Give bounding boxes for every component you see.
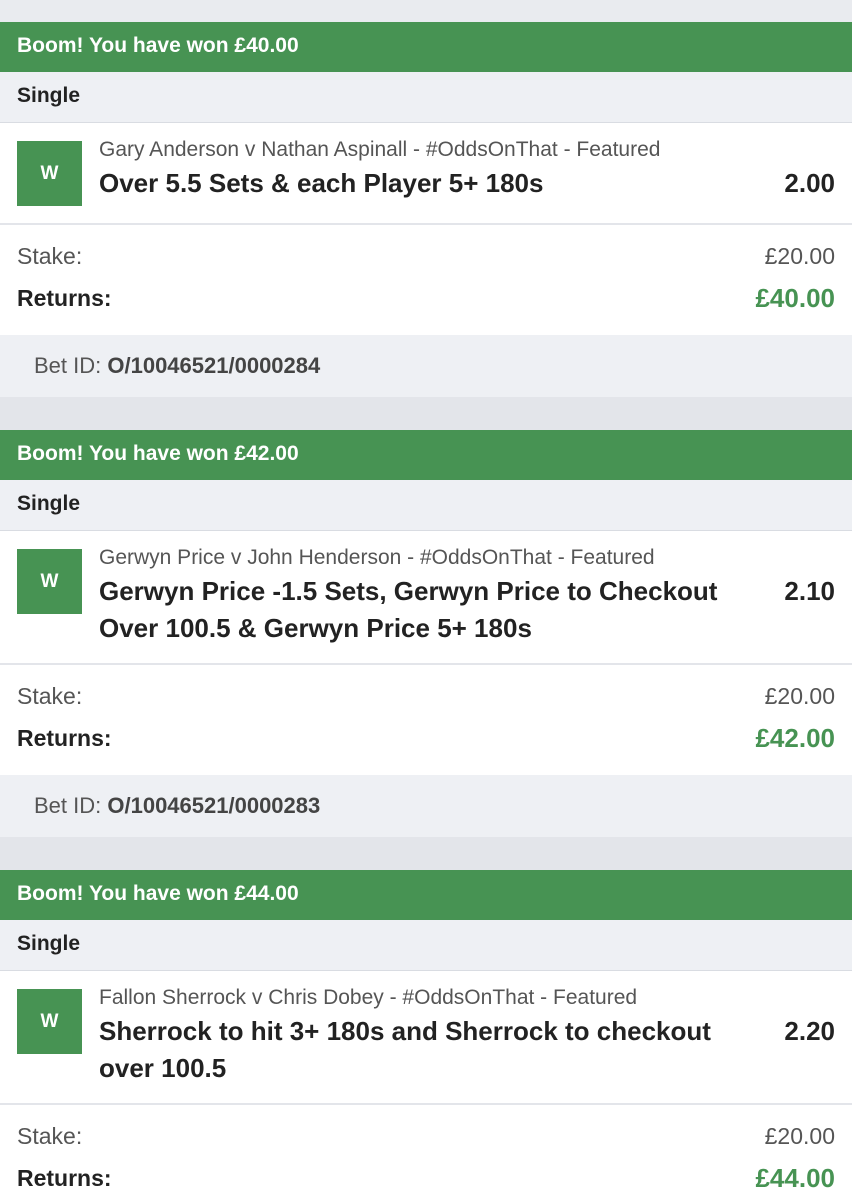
selection-row[interactable]: W Gerwyn Price v John Henderson - #OddsO…: [0, 531, 852, 665]
bet-card[interactable]: Boom! You have won £44.00 Single W Fallo…: [0, 870, 852, 1200]
won-banner: Boom! You have won £42.00: [0, 430, 852, 480]
stake-value: £20.00: [764, 683, 835, 709]
win-result-badge: W: [17, 549, 82, 614]
bet-type-label: Single: [0, 480, 852, 531]
bet-card[interactable]: Boom! You have won £42.00 Single W Gerwy…: [0, 430, 852, 837]
top-spacer: [0, 0, 852, 22]
returns-value: £42.00: [755, 723, 835, 753]
odds-value: 2.20: [784, 1016, 835, 1046]
stake-value: £20.00: [764, 1123, 835, 1149]
market-name: Over 5.5 Sets & each Player 5+ 180s: [99, 168, 544, 198]
returns-label: Returns:: [17, 725, 112, 751]
won-banner: Boom! You have won £44.00: [0, 870, 852, 920]
stake-label: Stake:: [17, 243, 83, 269]
won-banner: Boom! You have won £40.00: [0, 22, 852, 72]
bet-totals: Stake: £20.00 Returns: £44.00: [0, 1105, 852, 1200]
event-name: Gerwyn Price v John Henderson - #OddsOnT…: [99, 546, 655, 569]
bet-id-value: O/10046521/0000284: [107, 353, 321, 378]
returns-label: Returns:: [17, 285, 112, 311]
returns-label: Returns:: [17, 1165, 112, 1191]
bet-type-label: Single: [0, 920, 852, 971]
bet-type-label: Single: [0, 72, 852, 123]
stake-label: Stake:: [17, 1123, 83, 1149]
bet-history-feed: Boom! You have won £40.00 Single W Gary …: [0, 0, 852, 1200]
odds-value: 2.00: [784, 168, 835, 198]
bet-card[interactable]: Boom! You have won £40.00 Single W Gary …: [0, 22, 852, 397]
bet-id-value: O/10046521/0000283: [107, 793, 321, 818]
market-name: Gerwyn Price -1.5 Sets, Gerwyn Price to …: [99, 576, 718, 643]
win-result-badge: W: [17, 141, 82, 206]
selection-row[interactable]: W Fallon Sherrock v Chris Dobey - #OddsO…: [0, 971, 852, 1105]
bet-id-row: Bet ID: O/10046521/0000283: [0, 775, 852, 837]
odds-value: 2.10: [784, 576, 835, 606]
stake-label: Stake:: [17, 683, 83, 709]
bet-id-row: Bet ID: O/10046521/0000284: [0, 335, 852, 397]
bet-id-label: Bet ID:: [34, 793, 102, 818]
card-divider: [0, 397, 852, 430]
returns-value: £44.00: [755, 1163, 835, 1193]
bet-totals: Stake: £20.00 Returns: £42.00: [0, 665, 852, 775]
bet-id-label: Bet ID:: [34, 353, 102, 378]
event-name: Fallon Sherrock v Chris Dobey - #OddsOnT…: [99, 986, 638, 1009]
card-divider: [0, 837, 852, 870]
win-result-badge: W: [17, 989, 82, 1054]
event-name: Gary Anderson v Nathan Aspinall - #OddsO…: [99, 138, 661, 161]
returns-value: £40.00: [755, 283, 835, 313]
bet-totals: Stake: £20.00 Returns: £40.00: [0, 225, 852, 335]
selection-row[interactable]: W Gary Anderson v Nathan Aspinall - #Odd…: [0, 123, 852, 225]
stake-value: £20.00: [764, 243, 835, 269]
market-name: Sherrock to hit 3+ 180s and Sherrock to …: [99, 1016, 711, 1083]
